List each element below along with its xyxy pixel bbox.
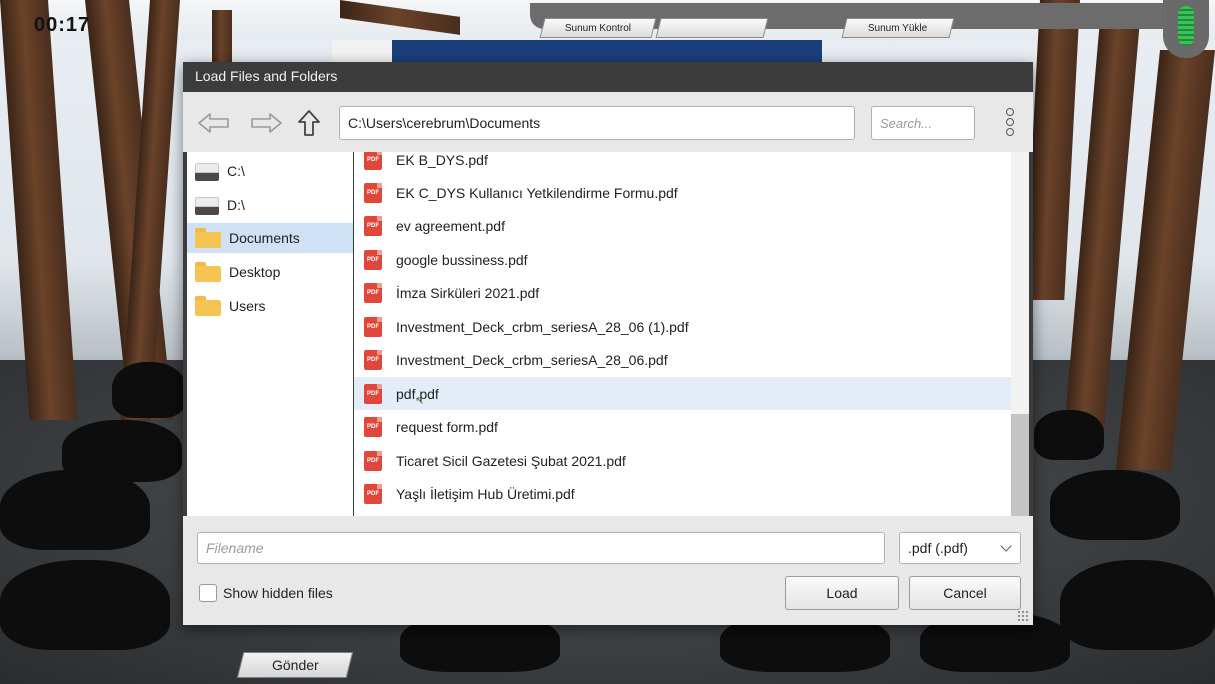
pdf-file-icon: PDF <box>364 282 382 303</box>
chair <box>1050 470 1180 540</box>
pdf-file-icon: PDF <box>364 249 382 270</box>
pdf-file-icon: PDF <box>364 182 382 203</box>
file-row[interactable]: PDF Ticaret Sicil Gazetesi Şubat 2021.pd… <box>354 444 1011 477</box>
quick-access-sidebar: C:\ D:\ Documents Desktop Users <box>187 152 353 516</box>
file-name: İmza Sirküleri 2021.pdf <box>396 284 540 301</box>
file-row-selected[interactable]: PDF pdf.pdf ↖ <box>354 377 1011 410</box>
upload-presentation-button[interactable]: Sunum Yükle <box>841 18 955 38</box>
presentation-screen-logo <box>332 40 392 62</box>
presentation-control-button[interactable]: Sunum Kontrol <box>539 18 657 38</box>
microphone-level-icon[interactable] <box>1178 6 1194 46</box>
path-input[interactable] <box>339 106 855 140</box>
pdf-file-icon: PDF <box>364 349 382 370</box>
file-row[interactable]: PDF İmza Sirküleri 2021.pdf <box>354 276 1011 309</box>
presentation-control-label: Sunum Kontrol <box>564 22 632 34</box>
file-name: google bussiness.pdf <box>396 251 528 268</box>
pdf-file-icon: PDF <box>364 215 382 236</box>
chevron-down-icon <box>1000 540 1012 552</box>
chair <box>0 560 170 650</box>
sidebar-item-label: Documents <box>229 230 300 246</box>
session-timer: 00:17 <box>34 14 91 36</box>
drive-icon <box>195 195 219 215</box>
pdf-file-icon: PDF <box>364 483 382 504</box>
file-type-value: .pdf (.pdf) <box>908 540 968 556</box>
chair <box>1034 410 1104 460</box>
file-list: PDF EK B_DYS.pdf PDF EK C_DYS Kullanıcı … <box>354 152 1011 516</box>
drive-icon <box>195 161 219 181</box>
file-type-select[interactable]: .pdf (.pdf) <box>899 532 1021 564</box>
file-name: Investment_Deck_crbm_seriesA_28_06.pdf <box>396 351 668 368</box>
sidebar-item-label: C:\ <box>227 163 245 179</box>
chair <box>1060 560 1215 650</box>
pdf-file-icon: PDF <box>364 416 382 437</box>
send-label: Gönder <box>271 657 319 673</box>
load-button[interactable]: Load <box>785 576 899 610</box>
pdf-file-icon: PDF <box>364 383 382 404</box>
presentation-screen <box>332 40 822 62</box>
file-name: Yaşlı İletişim Hub Üretimi.pdf <box>396 485 575 502</box>
up-arrow-icon[interactable] <box>295 108 323 138</box>
sidebar-item-label: Users <box>229 298 266 314</box>
pdf-file-icon: PDF <box>364 450 382 471</box>
chair <box>0 470 150 550</box>
filename-input[interactable] <box>197 532 885 564</box>
folder-icon <box>195 228 221 248</box>
file-row[interactable]: PDF Investment_Deck_crbm_seriesA_28_06 (… <box>354 310 1011 343</box>
resize-grip-icon[interactable] <box>1017 610 1029 622</box>
sidebar-item-documents[interactable]: Documents <box>187 223 353 253</box>
file-row[interactable]: PDF EK B_DYS.pdf <box>354 152 1011 176</box>
chair <box>112 362 186 418</box>
file-row[interactable]: PDF google bussiness.pdf <box>354 243 1011 276</box>
file-name: Ticaret Sicil Gazetesi Şubat 2021.pdf <box>396 452 626 469</box>
blank-tab-button[interactable] <box>655 18 769 38</box>
sidebar-item-c-drive[interactable]: C:\ <box>187 156 353 186</box>
file-name: request form.pdf <box>396 418 498 435</box>
file-name: Investment_Deck_crbm_seriesA_28_06 (1).p… <box>396 318 689 335</box>
mouse-cursor-icon: ↖ <box>415 395 425 407</box>
sidebar-item-label: D:\ <box>227 197 245 213</box>
sidebar-item-desktop[interactable]: Desktop <box>187 257 353 287</box>
load-files-dialog: Load Files and Folders C:\ D:\ Documents… <box>183 62 1033 625</box>
file-row[interactable]: PDF Investment_Deck_crbm_seriesA_28_06.p… <box>354 343 1011 376</box>
sidebar-item-label: Desktop <box>229 264 281 280</box>
folder-icon <box>195 262 221 282</box>
file-name: ev agreement.pdf <box>396 217 505 234</box>
show-hidden-checkbox[interactable] <box>199 584 217 602</box>
file-row[interactable]: PDF request form.pdf <box>354 410 1011 443</box>
cancel-button[interactable]: Cancel <box>909 576 1021 610</box>
wooden-beam <box>0 0 78 420</box>
back-arrow-icon[interactable] <box>197 108 231 138</box>
file-row[interactable]: PDF ev agreement.pdf <box>354 209 1011 242</box>
scrollbar-thumb[interactable] <box>1011 414 1029 516</box>
file-row[interactable]: PDF Yaşlı İletişim Hub Üretimi.pdf <box>354 477 1011 510</box>
show-hidden-label: Show hidden files <box>223 585 333 601</box>
folder-icon <box>195 296 221 316</box>
forward-arrow-icon[interactable] <box>249 108 283 138</box>
pdf-file-icon: PDF <box>364 152 382 170</box>
dialog-title: Load Files and Folders <box>195 68 338 84</box>
search-input[interactable] <box>871 106 975 140</box>
sidebar-item-users[interactable]: Users <box>187 291 353 321</box>
file-name: EK B_DYS.pdf <box>396 152 488 168</box>
upload-presentation-label: Sunum Yükle <box>868 22 928 34</box>
send-button[interactable]: Gönder <box>236 652 354 678</box>
pdf-file-icon: PDF <box>364 316 382 337</box>
sidebar-item-d-drive[interactable]: D:\ <box>187 190 353 220</box>
more-options-icon[interactable] <box>1003 106 1017 140</box>
file-row[interactable]: PDF EK C_DYS Kullanıcı Yetkilendirme For… <box>354 176 1011 209</box>
file-name: EK C_DYS Kullanıcı Yetkilendirme Formu.p… <box>396 184 678 201</box>
